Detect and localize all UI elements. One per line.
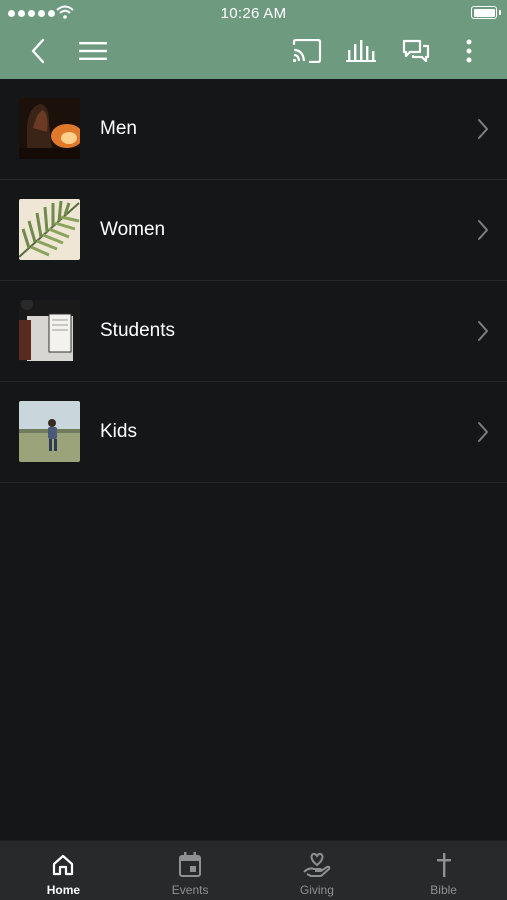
list-item-kids[interactable]: Kids bbox=[0, 382, 507, 483]
more-vertical-icon[interactable] bbox=[454, 36, 484, 66]
menu-icon[interactable] bbox=[78, 36, 108, 66]
tab-bible[interactable]: Bible bbox=[380, 841, 507, 900]
tab-label: Events bbox=[171, 883, 209, 897]
men-thumbnail bbox=[19, 98, 80, 159]
group-label: Men bbox=[100, 118, 137, 139]
battery-icon bbox=[471, 6, 501, 19]
group-label: Women bbox=[100, 219, 166, 240]
list-item-men[interactable]: Men bbox=[0, 79, 507, 180]
status-bar: 10:26 AM bbox=[0, 0, 507, 28]
tab-bar: Home Events Giving Bible bbox=[0, 840, 507, 900]
tab-home[interactable]: Home bbox=[0, 841, 127, 900]
top-bar: 10:26 AM bbox=[0, 0, 507, 79]
cast-icon[interactable] bbox=[292, 36, 322, 66]
chat-icon[interactable] bbox=[401, 36, 431, 66]
chevron-right-icon bbox=[478, 220, 488, 240]
tab-label: Bible bbox=[430, 883, 457, 897]
chevron-right-icon bbox=[478, 119, 488, 139]
group-list: Men Women Students Kids bbox=[0, 79, 507, 483]
list-item-students[interactable]: Students bbox=[0, 281, 507, 382]
home-icon bbox=[51, 851, 75, 879]
chevron-right-icon bbox=[478, 321, 488, 341]
group-label: Students bbox=[100, 320, 175, 341]
students-thumbnail bbox=[19, 300, 80, 361]
back-icon[interactable] bbox=[23, 36, 53, 66]
tab-label: Home bbox=[46, 883, 81, 897]
chevron-right-icon bbox=[478, 422, 488, 442]
status-time: 10:26 AM bbox=[220, 5, 287, 22]
giving-hand-heart-icon bbox=[303, 851, 331, 879]
calendar-icon bbox=[178, 851, 202, 879]
tab-label: Giving bbox=[299, 883, 334, 897]
group-label: Kids bbox=[100, 421, 137, 442]
kids-thumbnail bbox=[19, 401, 80, 462]
audio-bars-icon[interactable] bbox=[346, 36, 376, 66]
tab-events[interactable]: Events bbox=[127, 841, 254, 900]
cross-icon bbox=[435, 851, 453, 879]
women-thumbnail bbox=[19, 199, 80, 260]
tab-giving[interactable]: Giving bbox=[254, 841, 381, 900]
list-item-women[interactable]: Women bbox=[0, 180, 507, 281]
